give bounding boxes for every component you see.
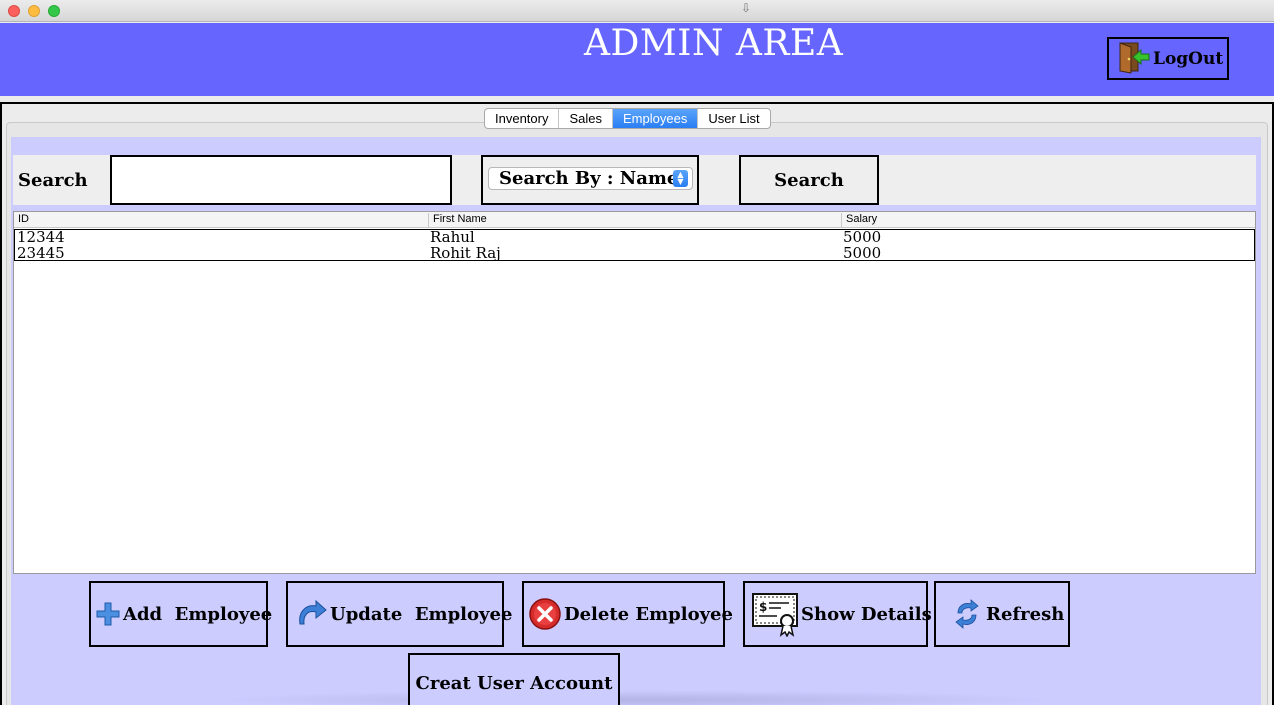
cell-id: 23445: [17, 244, 65, 262]
exit-door-icon: [1117, 40, 1151, 78]
tab-employees[interactable]: Employees: [613, 109, 699, 128]
plus-icon: [95, 601, 121, 627]
table-row[interactable]: 12344 Rahul 5000: [15, 230, 1254, 246]
window-maximize-button[interactable]: [48, 5, 60, 17]
cell-first-name: Rahul: [430, 228, 475, 246]
refresh-button[interactable]: Refresh: [934, 581, 1070, 647]
redo-arrow-icon: [294, 598, 328, 630]
cell-first-name: Rohit Raj: [430, 244, 501, 262]
update-employee-button[interactable]: Update Employee: [286, 581, 512, 647]
employee-table: ID First Name Salary 12344 Rahul 5000 23…: [13, 211, 1256, 574]
logout-button[interactable]: LogOut: [1107, 37, 1229, 80]
add-employee-label: Add Employee: [123, 603, 273, 625]
delete-x-icon: [528, 597, 562, 631]
window-titlebar: ⇩: [0, 0, 1274, 22]
column-header-first-name[interactable]: First Name: [428, 213, 487, 227]
show-details-label: Show Details: [801, 603, 932, 625]
table-header: ID First Name Salary: [14, 212, 1255, 228]
svg-text:$: $: [759, 600, 767, 614]
cell-salary: 5000: [843, 228, 882, 246]
tab-bar: Inventory Sales Employees User List: [484, 108, 771, 129]
column-header-salary[interactable]: Salary: [841, 213, 877, 227]
button-shadow: [210, 690, 1060, 705]
tab-user-list[interactable]: User List: [698, 109, 769, 128]
search-by-value: Search By : Name: [499, 168, 679, 189]
cell-id: 12344: [17, 228, 65, 246]
search-button[interactable]: Search: [739, 155, 879, 205]
search-by-select[interactable]: Search By : Name ▲ ▼: [488, 167, 693, 190]
logout-label: LogOut: [1153, 48, 1224, 69]
table-body: 12344 Rahul 5000 23445 Rohit Raj 5000: [14, 229, 1255, 261]
add-employee-button[interactable]: Add Employee: [89, 581, 272, 647]
search-by-container: Search By : Name ▲ ▼: [481, 155, 699, 205]
window-close-button[interactable]: [8, 5, 20, 17]
window-minimize-button[interactable]: [28, 5, 40, 17]
column-header-id[interactable]: ID: [14, 213, 29, 227]
admin-header: ADMIN AREA LogOut: [0, 23, 1274, 96]
refresh-icon: [954, 599, 980, 629]
delete-employee-button[interactable]: Delete Employee: [522, 581, 733, 647]
delete-employee-label: Delete Employee: [564, 603, 733, 625]
tab-sales[interactable]: Sales: [559, 109, 614, 128]
refresh-label: Refresh: [986, 603, 1065, 625]
table-row[interactable]: 23445 Rohit Raj 5000: [15, 246, 1254, 262]
search-label: Search: [18, 170, 88, 191]
show-details-button[interactable]: $ Show Details: [743, 581, 932, 647]
select-arrows-icon: ▲ ▼: [673, 170, 688, 187]
certificate-icon: $: [751, 591, 799, 637]
download-arrow-icon: ⇩: [741, 1, 752, 15]
page-title: ADMIN AREA: [584, 23, 844, 64]
tab-inventory[interactable]: Inventory: [485, 109, 560, 128]
cell-salary: 5000: [843, 244, 882, 262]
update-employee-label: Update Employee: [330, 603, 513, 625]
search-input[interactable]: [110, 155, 452, 205]
create-user-account-button[interactable]: Creat User Account: [408, 653, 620, 705]
